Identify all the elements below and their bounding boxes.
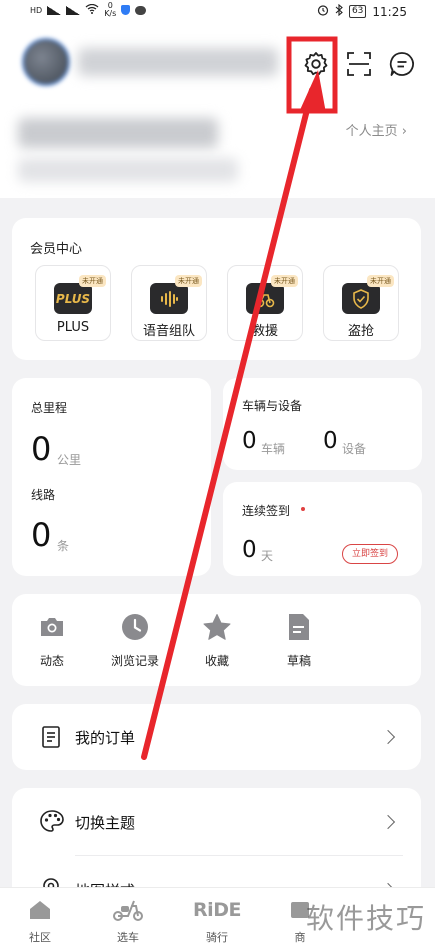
total-mileage-unit: 公里 [57,453,82,467]
username-blurred [78,48,278,76]
routes-label: 线路 [31,488,56,502]
member-item-label: 救援 [251,324,278,339]
watermark: 软件技巧 [306,902,427,935]
total-mileage-label: 总里程 [31,401,68,415]
bluetooth-icon [335,3,343,19]
tab-community[interactable]: 社区 [0,896,80,945]
checkin-days-unit: 天 [261,549,274,563]
tab-label: 社区 [29,931,51,944]
quick-link-drafts[interactable]: 草稿 [259,612,339,669]
scan-icon[interactable] [345,50,373,78]
status-left: HD 0 K/s [30,2,147,18]
member-center-card: 会员中心 PLUS 未开通 PLUS 未开通 语音组队 未开通 救援 未开通 盗… [12,218,421,360]
order-document-icon [39,725,63,749]
member-item-label: PLUS [56,320,90,335]
quick-link-label: 草稿 [286,654,311,668]
alarm-icon [317,4,329,19]
chat-bubble-icon [135,5,147,15]
wifi-icon [85,3,99,16]
tab-ride[interactable]: RiDE 骑行 [177,896,257,945]
checkin-card: 连续签到 0 天 立即签到 [223,482,422,576]
status-right: 63 11:25 [317,3,407,19]
checkin-days: 0 [242,537,257,563]
home-icon [0,896,80,924]
battery-indicator: 63 [348,5,367,18]
not-activated-badge: 未开通 [175,275,202,287]
clock-icon [120,612,150,642]
net-speed-unit: K/s [104,9,117,18]
camera-icon [37,612,67,642]
palette-icon [39,809,64,833]
checkin-button[interactable]: 立即签到 [342,544,398,564]
shield-icon [121,5,131,15]
vehicles-devices-card[interactable]: 车辆与设备 0 车辆 0 设备 [223,378,422,470]
chevron-right-icon [380,729,396,745]
switch-theme-label: 切换主题 [75,814,136,832]
member-center-title: 会员中心 [30,242,83,257]
tab-label: 选车 [117,931,139,944]
vehicle-count: 0 [242,428,257,454]
profile-info-blurred [18,118,218,148]
member-item-plus[interactable]: PLUS 未开通 PLUS [35,265,111,341]
routes-unit: 条 [57,539,70,553]
not-activated-badge: 未开通 [79,275,106,287]
message-icon[interactable] [388,50,416,78]
profile-stats-blurred [18,158,238,182]
clock-time: 11:25 [372,4,407,19]
vehicle-unit: 车辆 [261,442,286,456]
not-activated-badge: 未开通 [271,275,298,287]
net-speed: 0 K/s [104,2,116,18]
device-unit: 设备 [342,442,367,456]
member-item-rescue[interactable]: 未开通 救援 [227,265,303,341]
status-bar: HD 0 K/s 63 11:25 [0,0,435,26]
quick-link-label: 动态 [39,654,64,668]
mileage-card[interactable]: 总里程 0 公里 线路 0 条 [12,378,211,576]
routes-value: 0 [31,516,52,554]
unread-dot [301,507,305,511]
voice-team-icon [150,283,188,314]
member-item-label: 语音组队 [142,324,195,339]
member-item-anti-theft[interactable]: 未开通 盗抢 [323,265,399,341]
settings-gear-icon[interactable] [302,50,330,78]
plus-icon-text: PLUS [55,291,91,306]
anti-theft-icon [342,283,380,314]
profile-header: 个人主页 › [0,26,435,198]
signal-icon-2 [66,5,81,15]
rescue-icon [246,283,284,314]
tab-label: 骑行 [206,931,228,944]
quick-link-favorites[interactable]: 收藏 [177,612,257,669]
quick-links-card: 动态 浏览记录 收藏 草稿 [12,594,421,686]
row-divider [75,855,403,856]
quick-link-history[interactable]: 浏览记录 [95,612,175,669]
quick-link-label: 收藏 [204,654,229,668]
device-count: 0 [323,428,338,454]
vehicles-devices-title: 车辆与设备 [242,399,303,413]
checkin-title: 连续签到 [242,504,291,518]
my-orders-row[interactable]: 我的订单 [12,704,421,770]
my-orders-label: 我的订单 [75,729,136,747]
scooter-icon [88,896,168,924]
quick-link-label: 浏览记录 [110,654,159,668]
signal-icon [47,5,62,15]
member-item-label: 盗抢 [347,324,374,339]
avatar[interactable] [22,38,70,86]
chevron-right-icon [380,814,396,830]
member-item-voice-team[interactable]: 未开通 语音组队 [131,265,207,341]
tab-choose-car[interactable]: 选车 [88,896,168,945]
total-mileage-value: 0 [31,430,52,468]
hd-indicator: HD [30,5,43,15]
star-icon [202,612,232,642]
draft-icon [284,612,314,642]
ride-logo-icon: RiDE [193,899,241,921]
quick-link-moments[interactable]: 动态 [12,612,92,669]
homepage-link[interactable]: 个人主页 › [346,120,407,139]
not-activated-badge: 未开通 [367,275,394,287]
plus-icon: PLUS [54,283,92,314]
